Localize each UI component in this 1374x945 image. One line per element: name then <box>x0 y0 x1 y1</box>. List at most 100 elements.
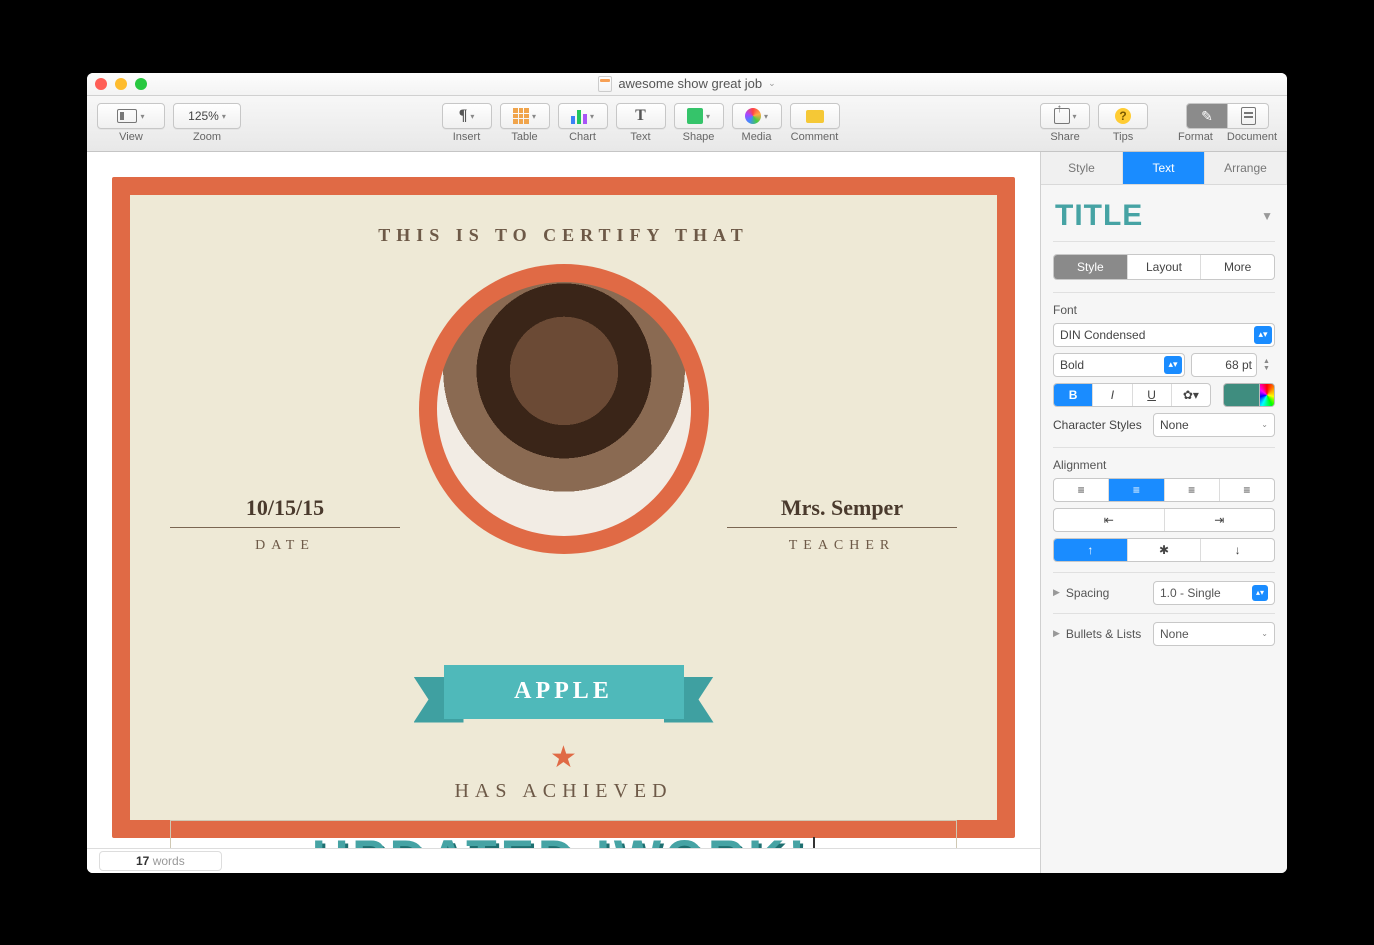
align-left-button[interactable]: ≡ <box>1054 479 1108 501</box>
chevron-down-icon: ⌄ <box>1261 629 1268 638</box>
font-advanced-button[interactable]: ✿▾ <box>1171 384 1210 406</box>
chevron-down-icon: ▼ <box>1261 209 1273 223</box>
format-label: Format <box>1178 131 1213 143</box>
comment-button[interactable] <box>790 103 840 129</box>
view-button[interactable]: ▾ <box>97 103 165 129</box>
valign-middle-button[interactable]: ✱ <box>1127 539 1201 561</box>
media-button[interactable]: ▾ <box>732 103 782 129</box>
font-weight-select[interactable]: Bold ▴▾ <box>1053 353 1185 377</box>
comment-icon <box>806 110 824 123</box>
document-title-text: awesome show great job <box>618 76 762 91</box>
tab-style[interactable]: Style <box>1041 152 1123 184</box>
table-label: Table <box>511 131 537 143</box>
format-inspector: Style Text Arrange TITLE ▼ Style Layout … <box>1040 152 1287 873</box>
tips-icon: ? <box>1115 108 1131 124</box>
chart-label: Chart <box>569 131 596 143</box>
subtab-more[interactable]: More <box>1200 255 1274 279</box>
font-family-value: DIN Condensed <box>1060 328 1145 342</box>
document-label: Document <box>1227 131 1277 143</box>
tab-arrange[interactable]: Arrange <box>1205 152 1287 184</box>
bullets-value: None <box>1160 627 1189 641</box>
insert-button[interactable]: ¶▾ <box>442 103 492 129</box>
horizontal-align-row: ≡ ≡ ≡ ≡ <box>1053 478 1275 502</box>
share-icon <box>1054 108 1070 124</box>
spacing-row[interactable]: ▶ Spacing 1.0 - Single ▴▾ <box>1041 573 1287 613</box>
shape-button[interactable]: ▾ <box>674 103 724 129</box>
font-size-field[interactable]: 68 pt <box>1191 353 1257 377</box>
paragraph-style-picker[interactable]: TITLE ▼ <box>1041 185 1287 241</box>
teacher-block: Mrs. Semper TEACHER <box>727 495 957 554</box>
chevron-down-icon: ▾ <box>764 112 768 121</box>
brush-icon: ✎ <box>1201 108 1213 125</box>
comment-label: Comment <box>791 131 839 143</box>
status-bar: 17 words <box>87 848 1040 873</box>
tab-text[interactable]: Text <box>1123 152 1205 184</box>
media-icon <box>745 108 761 124</box>
underline-button[interactable]: U <box>1132 384 1171 406</box>
photo-badge <box>419 264 709 554</box>
indent-button[interactable]: ⇥ <box>1164 509 1275 531</box>
valign-bottom-button[interactable]: ↓ <box>1200 539 1274 561</box>
font-size-stepper[interactable]: ▲▼ <box>1263 358 1275 372</box>
bold-button[interactable]: B <box>1054 384 1092 406</box>
spacing-value: 1.0 - Single <box>1160 586 1221 600</box>
font-family-select[interactable]: DIN Condensed ▴▾ <box>1053 323 1275 347</box>
word-count-pill[interactable]: 17 words <box>99 851 222 871</box>
bullets-label: Bullets & Lists <box>1066 627 1147 641</box>
document-button[interactable] <box>1228 103 1269 129</box>
character-styles-select[interactable]: None ⌄ <box>1153 413 1275 437</box>
valign-top-button[interactable]: ↑ <box>1054 539 1127 561</box>
align-right-button[interactable]: ≡ <box>1164 479 1219 501</box>
bullets-row[interactable]: ▶ Bullets & Lists None ⌄ <box>1041 614 1287 654</box>
certificate-page: THIS IS TO CERTIFY THAT 10/15/15 DATE <box>112 177 1015 838</box>
zoom-label: Zoom <box>193 131 221 143</box>
student-photo <box>437 282 691 536</box>
date-label: DATE <box>170 538 400 554</box>
pages-doc-icon <box>598 76 612 92</box>
shape-icon <box>687 108 703 124</box>
name-ribbon: APPLE <box>414 655 714 725</box>
select-stepper-icon: ▴▾ <box>1164 356 1182 374</box>
chart-icon <box>571 108 587 124</box>
italic-button[interactable]: I <box>1092 384 1131 406</box>
chevron-down-icon: ▾ <box>470 112 474 121</box>
font-section-label: Font <box>1053 303 1275 317</box>
pilcrow-icon: ¶ <box>459 107 468 125</box>
subtab-style[interactable]: Style <box>1054 255 1127 279</box>
gear-icon: ✿▾ <box>1183 388 1199 402</box>
format-button[interactable]: ✎ <box>1186 103 1228 129</box>
character-styles-value: None <box>1160 418 1189 432</box>
share-button[interactable]: ▾ <box>1040 103 1090 129</box>
chevron-down-icon: ⌄ <box>768 78 776 89</box>
subtab-layout[interactable]: Layout <box>1127 255 1201 279</box>
document-title[interactable]: awesome show great job ⌄ <box>87 76 1287 92</box>
toolbar: ▾ View 125%▾ Zoom ¶▾Insert ▾Table ▾Chart… <box>87 96 1287 152</box>
chevron-down-icon: ▾ <box>140 112 144 121</box>
disclosure-triangle-icon: ▶ <box>1053 587 1060 598</box>
valign-top-icon: ↑ <box>1087 543 1093 557</box>
achieved-heading: HAS ACHIEVED <box>130 780 997 803</box>
tips-button[interactable]: ? <box>1098 103 1148 129</box>
spacing-select[interactable]: 1.0 - Single ▴▾ <box>1153 581 1275 605</box>
valign-bottom-icon: ↓ <box>1235 543 1241 557</box>
chart-button[interactable]: ▾ <box>558 103 608 129</box>
outdent-button[interactable]: ⇤ <box>1054 509 1164 531</box>
table-button[interactable]: ▾ <box>500 103 550 129</box>
media-label: Media <box>742 131 772 143</box>
chevron-down-icon: ▾ <box>1073 112 1077 121</box>
align-justify-button[interactable]: ≡ <box>1219 479 1274 501</box>
font-style-row: B I U ✿▾ <box>1053 383 1211 407</box>
shape-label: Shape <box>683 131 715 143</box>
chevron-down-icon: ▾ <box>532 112 536 121</box>
select-stepper-icon: ▴▾ <box>1252 585 1268 601</box>
select-stepper-icon: ▴▾ <box>1254 326 1272 344</box>
bullets-select[interactable]: None ⌄ <box>1153 622 1275 646</box>
view-icon <box>117 109 137 123</box>
document-canvas[interactable]: THIS IS TO CERTIFY THAT 10/15/15 DATE <box>87 152 1040 873</box>
align-center-button[interactable]: ≡ <box>1108 479 1163 501</box>
text-color-swatch[interactable] <box>1223 383 1275 407</box>
star-icon: ★ <box>550 740 577 775</box>
zoom-select[interactable]: 125%▾ <box>173 103 241 129</box>
word-count-label: words <box>149 854 184 868</box>
textbox-button[interactable]: T <box>616 103 666 129</box>
